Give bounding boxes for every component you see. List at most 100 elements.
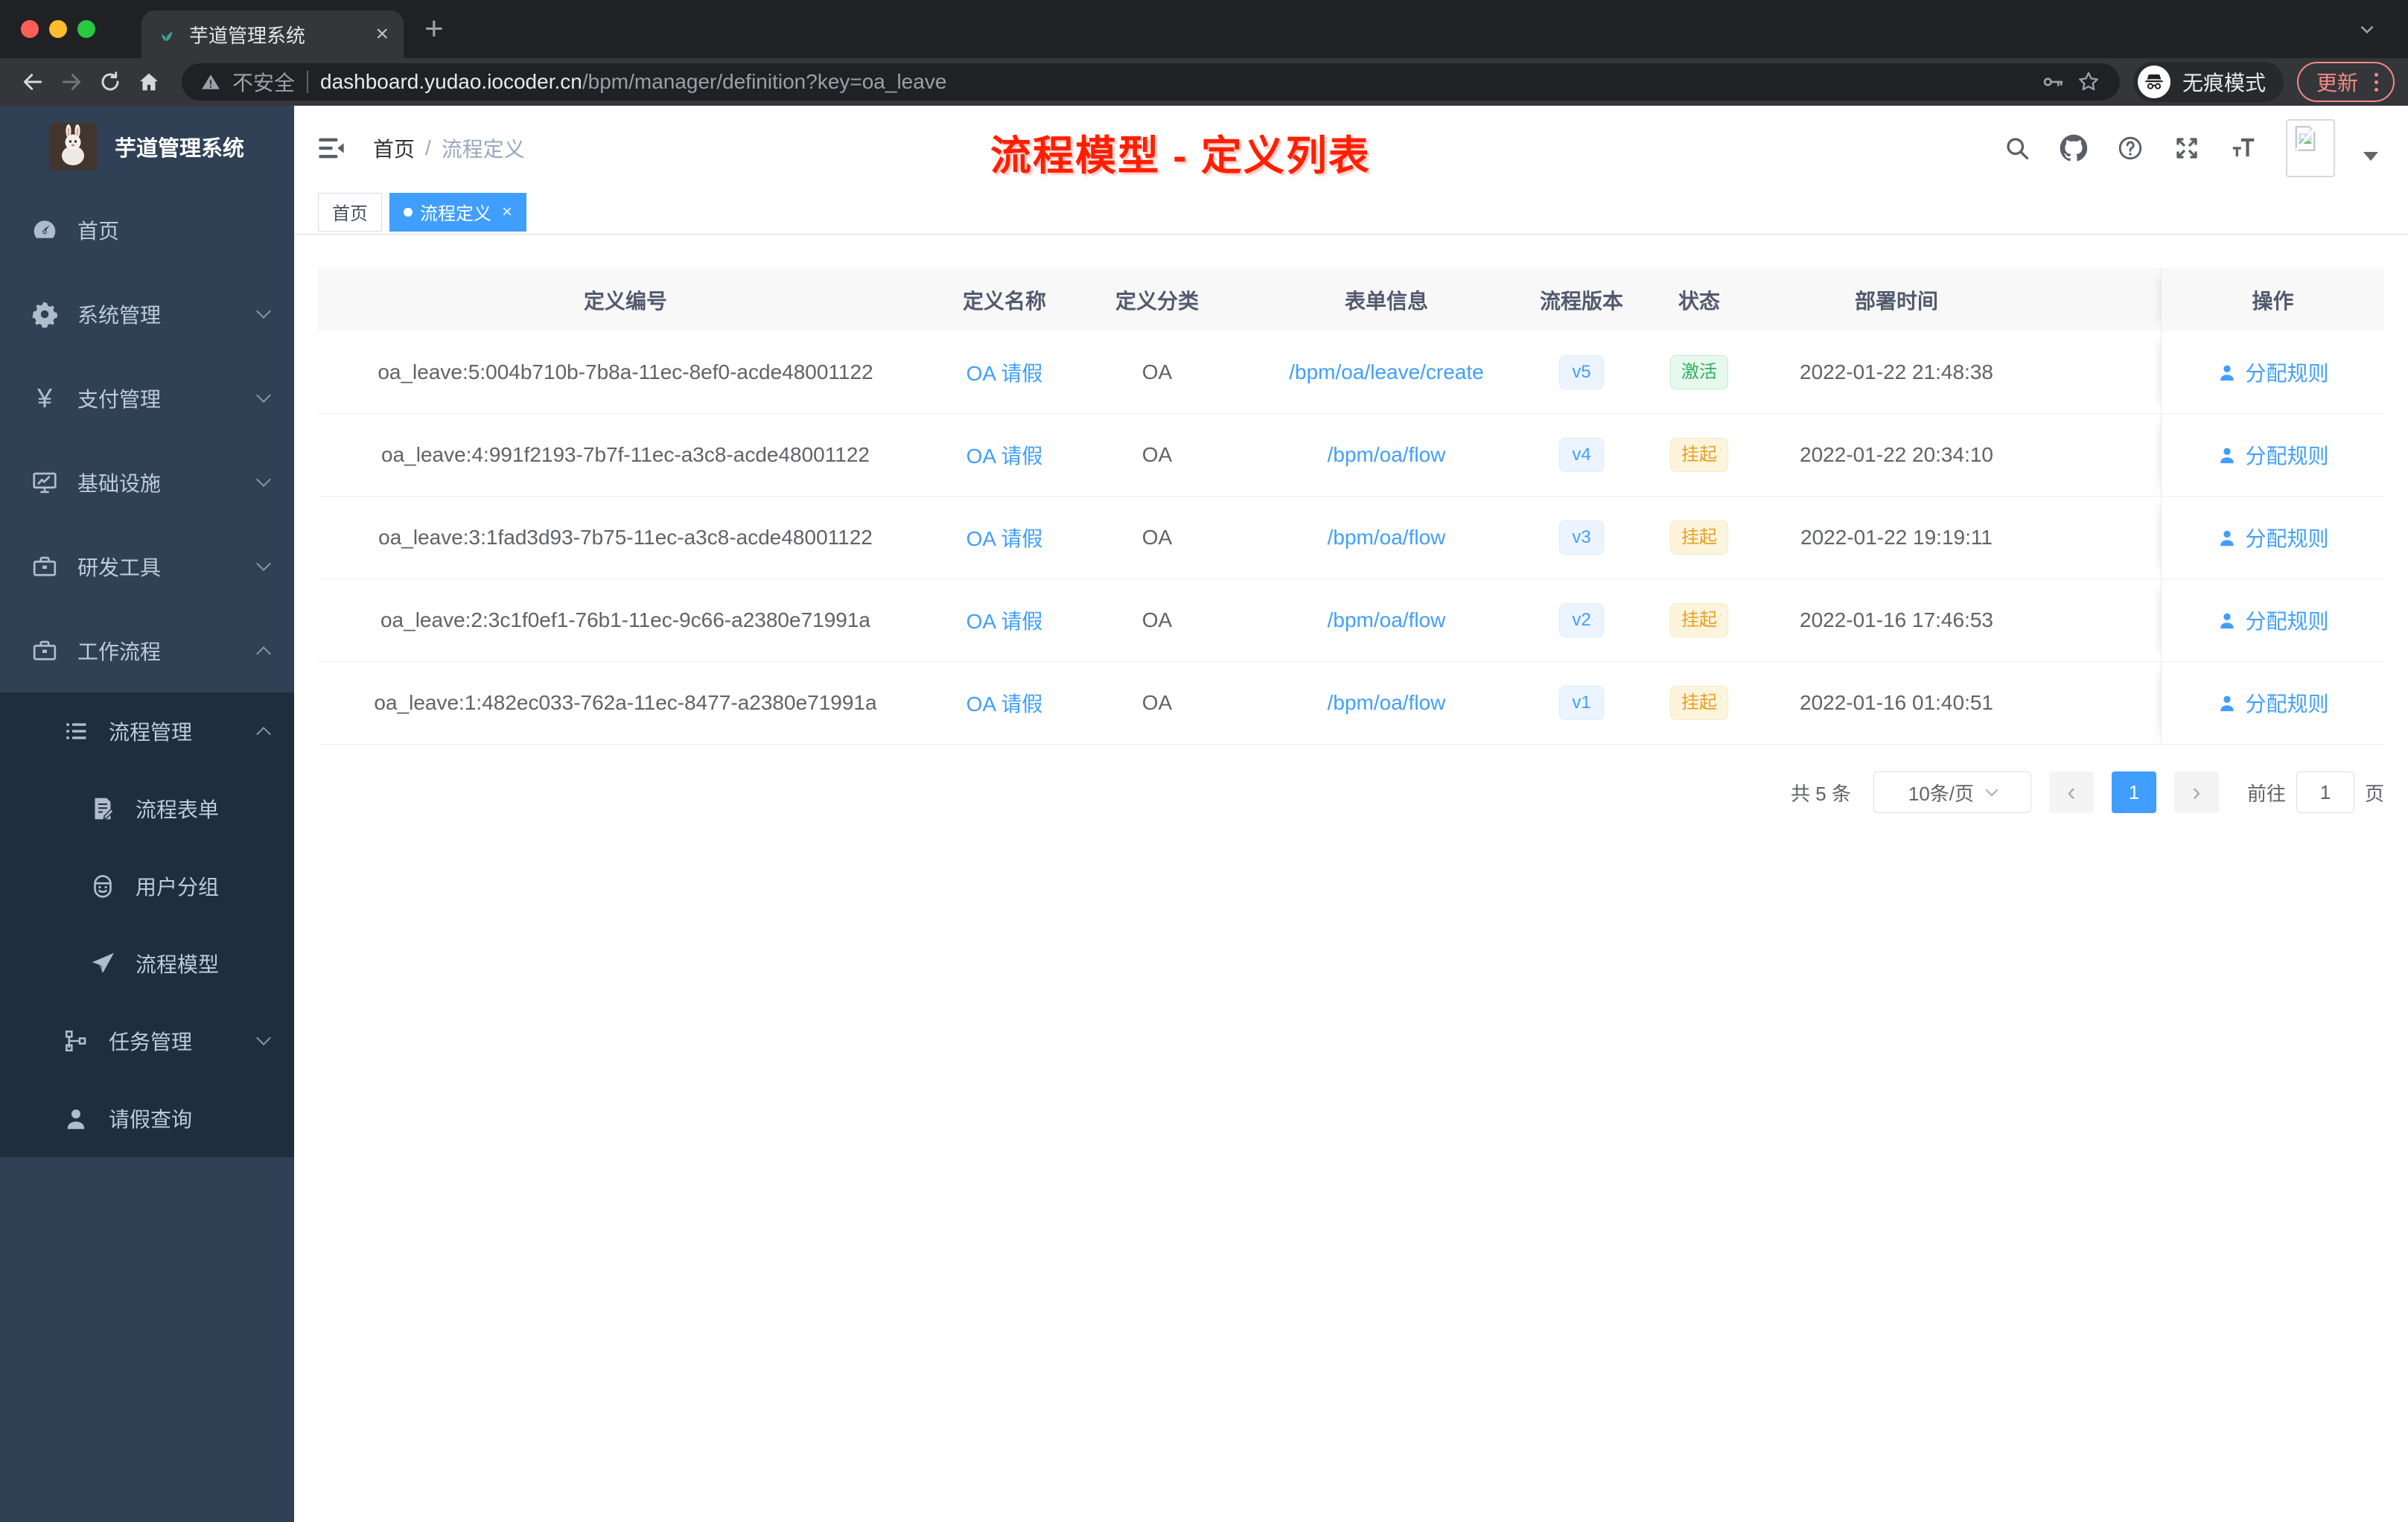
definition-category: OA [1141, 691, 1173, 714]
tag-current[interactable]: 流程定义 × [389, 192, 527, 232]
definition-name-link[interactable]: OA 请假 [966, 440, 1043, 470]
sidebar-item[interactable]: 请假查询 [0, 1080, 294, 1157]
page-number-button[interactable]: 1 [2111, 771, 2156, 813]
next-page-button[interactable]: › [2173, 771, 2219, 813]
zoom-window-button[interactable] [77, 20, 95, 38]
warning-icon [201, 72, 220, 92]
form-info-link[interactable]: /bpm/oa/flow [1328, 608, 1446, 632]
page-url[interactable]: dashboard.yudao.iocoder.cn/bpm/manager/d… [320, 70, 946, 94]
sidebar-item[interactable]: 工作流程 [0, 608, 294, 692]
version-badge: v4 [1559, 437, 1604, 473]
chevron-icon [256, 387, 271, 403]
font-size-icon[interactable] [2229, 134, 2258, 162]
back-icon[interactable] [13, 63, 52, 101]
goto-unit-label: 页 [2364, 782, 2384, 805]
browser-menu-icon[interactable] [2370, 72, 2383, 92]
new-tab-button[interactable]: + [424, 13, 444, 45]
sidebar-item[interactable]: 研发工具 [0, 524, 294, 608]
forward-icon[interactable] [52, 63, 91, 101]
column-header: 表单信息 [1344, 289, 1428, 313]
tab-search-chevron-icon[interactable] [2357, 19, 2377, 39]
incognito-icon [2137, 66, 2170, 98]
sidebar-logo[interactable]: 芋道管理系统 [0, 106, 294, 188]
goto-page-input[interactable] [2296, 771, 2354, 813]
row-spacer [2023, 331, 2161, 413]
assign-rule-button[interactable]: 分配规则 [2217, 357, 2329, 387]
sidebar-item[interactable]: 任务管理 [0, 1002, 294, 1080]
avatar-caret-icon[interactable] [2363, 151, 2378, 161]
password-key-icon[interactable] [2041, 70, 2065, 94]
incognito-label: 无痕模式 [2182, 71, 2266, 95]
chevron-icon [256, 646, 271, 661]
github-icon[interactable] [2060, 134, 2088, 162]
top-navbar: 首页 / 流程定义 流程模型 - 定义列表 [294, 106, 2408, 190]
assign-rule-button[interactable]: 分配规则 [2217, 440, 2329, 470]
definition-name-link[interactable]: OA 请假 [966, 688, 1043, 718]
form-info-link[interactable]: /bpm/oa/leave/create [1289, 360, 1484, 384]
version-badge: v5 [1559, 354, 1604, 390]
user-avatar-broken-image[interactable] [2286, 118, 2335, 177]
browser-tab-title: 芋道管理系统 [189, 24, 306, 47]
close-window-button[interactable] [21, 20, 39, 38]
page-size-select[interactable]: 10条/页 [1873, 771, 2031, 813]
tag-close-icon[interactable]: × [502, 202, 512, 223]
form-info-link[interactable]: /bpm/oa/flow [1328, 443, 1446, 467]
sidebar-item[interactable]: 基础设施 [0, 440, 294, 524]
prev-page-button[interactable]: ‹ [2048, 771, 2094, 813]
home-icon[interactable] [130, 63, 168, 101]
tag-home[interactable]: 首页 [318, 192, 382, 232]
gear-icon [30, 299, 60, 329]
address-bar[interactable]: 不安全 dashboard.yudao.iocoder.cn/bpm/manag… [182, 63, 2120, 101]
reload-icon[interactable] [91, 63, 130, 101]
assign-rule-button[interactable]: 分配规则 [2217, 688, 2329, 718]
user-icon [2220, 365, 2235, 381]
browser-tab[interactable]: 芋道管理系统 × [141, 10, 404, 58]
chevron-icon [256, 727, 271, 742]
definition-table: 定义编号 定义名称 定义分类 表单信息 流程版本 状态 部署时间 操作 oa_l… [318, 268, 2384, 745]
sidebar-item-label: 流程表单 [136, 798, 220, 821]
assign-rule-button[interactable]: 分配规则 [2217, 523, 2329, 553]
assign-rule-button[interactable]: 分配规则 [2217, 605, 2329, 635]
breadcrumb-home[interactable]: 首页 [373, 133, 415, 163]
fullscreen-icon[interactable] [2173, 134, 2201, 162]
definition-name-link[interactable]: OA 请假 [966, 605, 1043, 635]
sidebar-item[interactable]: 系统管理 [0, 272, 294, 356]
help-icon[interactable] [2116, 134, 2144, 162]
sidebar-item[interactable]: 首页 [0, 188, 294, 272]
deploy-time: 2022-01-22 21:48:38 [1800, 360, 1993, 383]
browser-chrome: 芋道管理系统 × + 不安全 dashboard.yudao.iocoder.c… [0, 0, 2408, 106]
definition-name-link[interactable]: OA 请假 [966, 523, 1043, 553]
sidebar-item[interactable]: 用户分组 [0, 847, 294, 925]
robot-icon [88, 871, 118, 901]
security-label[interactable]: 不安全 [232, 67, 295, 97]
sidebar-item[interactable]: 流程管理 [0, 692, 294, 770]
column-header: 定义分类 [1115, 289, 1199, 313]
assign-rule-label: 分配规则 [2245, 527, 2329, 550]
minimize-window-button[interactable] [49, 20, 67, 38]
browser-update-button[interactable]: 更新 [2296, 62, 2395, 102]
chevron-icon [256, 1031, 271, 1045]
definition-id: oa_leave:2:3c1f0ef1-76b1-11ec-9c66-a2380… [380, 608, 870, 631]
app-title: 芋道管理系统 [115, 137, 245, 161]
status-badge: 挂起 [1670, 685, 1728, 721]
sidebar-item[interactable]: 流程模型 [0, 925, 294, 1002]
sidebar-item-label: 用户分组 [136, 876, 220, 899]
column-header: 状态 [1678, 289, 1720, 313]
bookmark-star-icon[interactable] [2077, 70, 2100, 94]
omnibox-divider [307, 71, 309, 93]
table-row: oa_leave:2:3c1f0ef1-76b1-11ec-9c66-a2380… [318, 579, 2384, 662]
definition-name-link[interactable]: OA 请假 [966, 357, 1043, 387]
hamburger-icon[interactable] [316, 133, 346, 163]
sidebar-item[interactable]: ¥ 支付管理 [0, 356, 294, 440]
sidebar-item[interactable]: 流程表单 [0, 770, 294, 847]
column-header: 定义名称 [962, 289, 1046, 313]
definition-id: oa_leave:4:991f2193-7b7f-11ec-a3c8-acde4… [381, 443, 870, 466]
search-icon[interactable] [2003, 134, 2031, 162]
deploy-time: 2022-01-16 17:46:53 [1800, 608, 1993, 631]
form-info-link[interactable]: /bpm/oa/flow [1328, 691, 1446, 715]
assign-rule-label: 分配规则 [2245, 610, 2329, 633]
form-info-link[interactable]: /bpm/oa/flow [1328, 526, 1446, 550]
monitor-icon [30, 468, 60, 497]
tab-close-icon[interactable]: × [375, 23, 389, 45]
window-controls[interactable] [0, 20, 112, 38]
